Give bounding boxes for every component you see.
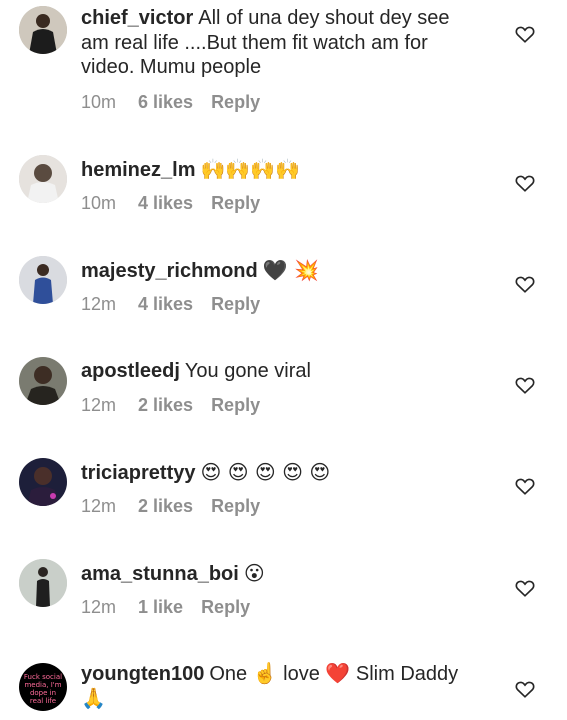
comment-text: 😍 😍 😍 😍 😍 xyxy=(200,460,331,484)
comment-text: 🖤 💥 xyxy=(262,258,319,282)
comment-meta: 12m 2 likes Reply xyxy=(81,496,278,517)
comment-text: 🙌🙌🙌🙌 xyxy=(200,157,301,181)
avatar[interactable] xyxy=(19,357,67,405)
comment-time: 12m xyxy=(81,597,117,617)
reply-button[interactable]: Reply xyxy=(211,395,260,415)
heart-outline-icon[interactable] xyxy=(514,23,536,45)
avatar[interactable] xyxy=(19,155,67,203)
reply-button[interactable]: Reply xyxy=(211,496,260,516)
comment-body: majesty_richmond 🖤 💥 xyxy=(81,258,481,284)
comment-text: You gone viral xyxy=(184,360,311,382)
comment-meta: 12m 1 like Reply xyxy=(81,597,268,618)
comment-time: 12m xyxy=(81,496,117,516)
comment-time: 10m xyxy=(81,193,117,213)
heart-outline-icon[interactable] xyxy=(514,374,536,396)
comment-meta: 10m 6 likes Reply xyxy=(81,92,278,113)
comment-likes[interactable]: 4 likes xyxy=(138,193,193,213)
comment-likes[interactable]: 6 likes xyxy=(138,92,193,112)
avatar[interactable] xyxy=(19,458,67,506)
comment-meta: 10m 4 likes Reply xyxy=(81,193,278,214)
reply-button[interactable]: Reply xyxy=(201,597,250,617)
comment-username[interactable]: triciaprettyy xyxy=(81,462,196,484)
comment-meta: 12m 2 likes Reply xyxy=(81,395,278,416)
comment-body: apostleedj You gone viral xyxy=(81,359,481,384)
comment-body: heminez_lm 🙌🙌🙌🙌 xyxy=(81,157,481,183)
comment-username[interactable]: ama_stunna_boi xyxy=(81,563,239,585)
comment-body: triciaprettyy 😍 😍 😍 😍 😍 xyxy=(81,460,481,486)
comment-username[interactable]: youngten100 xyxy=(81,663,204,685)
comment-text: 😮 xyxy=(243,561,265,585)
comment-time: 10m xyxy=(81,92,117,112)
comment-username[interactable]: majesty_richmond xyxy=(81,260,258,282)
avatar[interactable] xyxy=(19,6,67,54)
avatar[interactable] xyxy=(19,256,67,304)
reply-button[interactable]: Reply xyxy=(211,92,260,112)
heart-outline-icon[interactable] xyxy=(514,273,536,295)
avatar[interactable] xyxy=(19,559,67,607)
heart-outline-icon[interactable] xyxy=(514,172,536,194)
comment-body: youngten100 One ☝️ love ❤️ Slim Daddy 🙏 xyxy=(81,662,481,711)
comment-likes[interactable]: 4 likes xyxy=(138,294,193,314)
reply-button[interactable]: Reply xyxy=(211,193,260,213)
avatar-image-text: Fuck social media, I'm dope in real life xyxy=(23,673,63,705)
comment-body: chief_victor All of una dey shout dey see… xyxy=(81,6,481,80)
comment-username[interactable]: heminez_lm xyxy=(81,159,195,181)
reply-button[interactable]: Reply xyxy=(211,294,260,314)
comment-likes[interactable]: 1 like xyxy=(138,597,183,617)
comment-username[interactable]: chief_victor xyxy=(81,7,193,29)
heart-outline-icon[interactable] xyxy=(514,678,536,700)
avatar[interactable]: Fuck social media, I'm dope in real life xyxy=(19,663,67,711)
heart-outline-icon[interactable] xyxy=(514,475,536,497)
comment-username[interactable]: apostleedj xyxy=(81,360,180,382)
comment-time: 12m xyxy=(81,395,117,415)
comment-time: 12m xyxy=(81,294,117,314)
comment-likes[interactable]: 2 likes xyxy=(138,395,193,415)
comment-meta: 12m 4 likes Reply xyxy=(81,294,278,315)
heart-outline-icon[interactable] xyxy=(514,577,536,599)
comment-likes[interactable]: 2 likes xyxy=(138,496,193,516)
comment-body: ama_stunna_boi 😮 xyxy=(81,561,481,587)
